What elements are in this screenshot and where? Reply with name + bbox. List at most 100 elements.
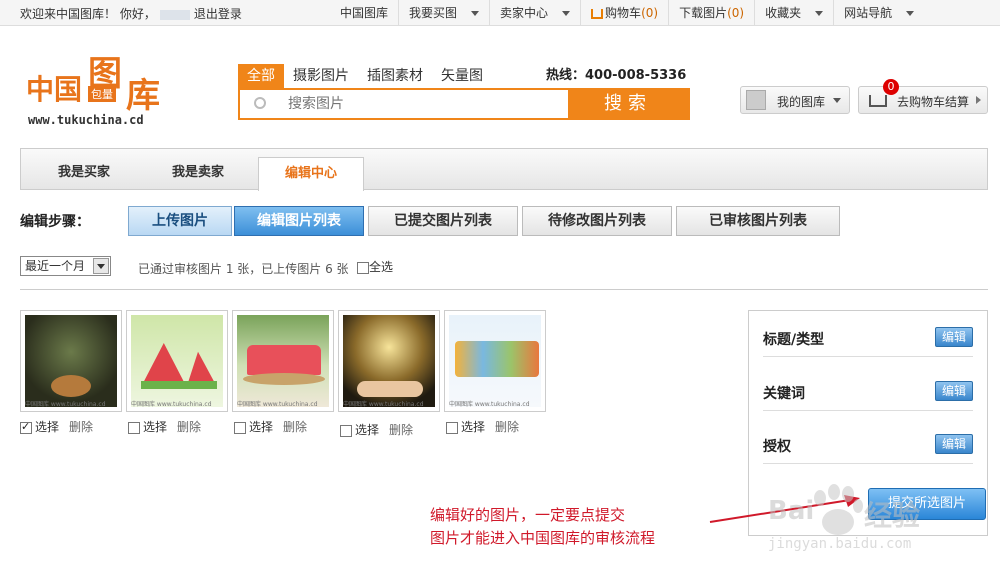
edit-license-button[interactable]: 编辑 (935, 434, 973, 454)
search-box: 搜索 (238, 88, 690, 120)
chevron-down-icon (471, 11, 480, 16)
panel-row-keywords: 关键词 编辑 (763, 375, 973, 411)
cart-icon (869, 95, 887, 107)
search-tab-all[interactable]: 全部 (238, 64, 284, 88)
panel-row-license: 授权 编辑 (763, 428, 973, 464)
panel-label: 标题/类型 (763, 332, 825, 348)
thumbnail-actions: 选择删除 (446, 418, 519, 435)
panel-label: 授权 (763, 439, 791, 455)
thumbnail-watermark: 中国图库 www.tukuchina.cd (343, 401, 424, 408)
topnav-cart[interactable]: 购物车(0) (581, 0, 670, 26)
panel-row-title-type: 标题/类型 编辑 (763, 321, 973, 357)
my-library-button[interactable]: 我的图库 (740, 86, 850, 114)
select-all-label: 全选 (369, 260, 394, 274)
thumbnail-select-checkbox[interactable] (128, 421, 140, 434)
delete-link[interactable]: 删除 (495, 420, 519, 434)
select-label: 选择 (249, 420, 274, 434)
panel-label: 关键词 (763, 386, 805, 402)
search-type-tabs: 全部 摄影图片 插图素材 矢量图 (238, 64, 492, 88)
topnav-site-nav[interactable]: 网站导航 (834, 0, 924, 26)
step-pending-revision-list[interactable]: 待修改图片列表 (522, 206, 672, 236)
topnav-downloads[interactable]: 下载图片(0) (669, 0, 756, 26)
thumbnail-actions: 选择删除 (340, 421, 413, 438)
paw-logo-icon (814, 484, 863, 535)
thumbnail-image (343, 315, 435, 407)
search-input[interactable] (288, 94, 568, 114)
chevron-down-icon (93, 258, 109, 274)
step-upload[interactable]: 上传图片 (128, 206, 232, 236)
topnav-buy-images[interactable]: 我要买图 (399, 0, 491, 26)
topnav-seller-center[interactable]: 卖家中心 (490, 0, 582, 26)
avatar (746, 90, 766, 110)
site-logo[interactable]: 中国 图 库 包量 www.tukuchina.cd (26, 50, 176, 130)
search-button[interactable]: 搜索 (568, 90, 688, 118)
image-thumbnail[interactable]: 中国图库 www.tukuchina.cd (338, 310, 440, 412)
thumbnail-select-checkbox[interactable] (234, 421, 246, 434)
annotation-line-2: 图片才能进入中国图库的审核流程 (430, 529, 656, 547)
delete-link[interactable]: 删除 (283, 420, 307, 434)
topnav-china-gallery[interactable]: 中国图库 (330, 0, 400, 26)
go-cart-label: 去购物车结算 (897, 95, 970, 109)
divider (20, 289, 988, 290)
chevron-down-icon (562, 11, 571, 16)
upload-stats: 已通过审核图片 1 张，已上传图片 6 张 (138, 262, 349, 276)
role-tabs: 我是买家 我是卖家 编辑中心 (20, 148, 988, 191)
image-thumbnail[interactable]: 中国图库 www.tukuchina.cd (20, 310, 122, 412)
chevron-down-icon (906, 11, 915, 16)
logo-baoliang: 包量 (88, 86, 116, 102)
search-tab-photos[interactable]: 摄影图片 (284, 64, 358, 88)
baidu-jingyan-watermark: Bai 经验 jingyan.baidu.com (760, 480, 990, 570)
logo-ku: 库 (126, 76, 160, 116)
edit-keywords-button[interactable]: 编辑 (935, 381, 973, 401)
annotation-line-1: 编辑好的图片，一定要点提交 (430, 506, 626, 524)
thumbnail-image (449, 315, 541, 407)
tab-seller[interactable]: 我是卖家 (172, 161, 224, 180)
step-edit-list[interactable]: 编辑图片列表 (234, 206, 364, 236)
thumbnail-image (25, 315, 117, 407)
chevron-right-icon (976, 96, 981, 104)
delete-link[interactable]: 删除 (389, 423, 413, 437)
logout-link[interactable]: 退出登录 (194, 7, 242, 21)
topnav-favorites[interactable]: 收藏夹 (755, 0, 835, 26)
thumbnail-select-checkbox[interactable] (340, 424, 352, 437)
search-tab-vectors[interactable]: 矢量图 (432, 64, 492, 88)
thumbnail-actions: 选择删除 (128, 418, 201, 435)
select-all[interactable]: 全选 (357, 258, 393, 275)
watermark-jingyan: 经验 (864, 499, 921, 532)
period-value: 最近一个月 (25, 259, 86, 273)
watermark-bai: Bai (768, 496, 815, 526)
step-reviewed-list[interactable]: 已审核图片列表 (676, 206, 840, 236)
welcome-text: 欢迎来中国图库！ 你好， 退出登录 (20, 5, 242, 22)
delete-link[interactable]: 删除 (177, 420, 201, 434)
tab-editor-center[interactable]: 编辑中心 (258, 157, 365, 191)
my-library-label: 我的图库 (777, 95, 826, 109)
delete-link[interactable]: 删除 (69, 420, 93, 434)
top-nav: 中国图库 我要买图 卖家中心 购物车(0) 下载图片(0) 收藏夹 网站导航 (330, 0, 924, 26)
select-all-checkbox[interactable] (357, 261, 369, 274)
go-to-cart-button[interactable]: 0 去购物车结算 (858, 79, 988, 114)
select-label: 选择 (355, 423, 380, 437)
logo-tu: 图 (88, 54, 122, 94)
thumbnail-select-checkbox[interactable] (20, 420, 32, 434)
step-submitted-list[interactable]: 已提交图片列表 (368, 206, 518, 236)
thumbnail-watermark: 中国图库 www.tukuchina.cd (449, 401, 530, 408)
image-thumbnail[interactable]: 中国图库 www.tukuchina.cd (232, 310, 334, 412)
select-label: 选择 (35, 420, 60, 434)
edit-title-type-button[interactable]: 编辑 (935, 327, 973, 347)
thumbnail-select-checkbox[interactable] (446, 421, 458, 434)
chevron-down-icon (815, 11, 824, 16)
thumbnail-watermark: 中国图库 www.tukuchina.cd (237, 401, 318, 408)
username-blurred (159, 9, 190, 20)
thumbnail-watermark: 中国图库 www.tukuchina.cd (25, 401, 106, 408)
tab-buyer[interactable]: 我是买家 (58, 161, 110, 180)
watermark-url: jingyan.baidu.com (768, 536, 912, 552)
logo-url: www.tukuchina.cd (28, 113, 144, 127)
welcome-label: 欢迎来中国图库！ 你好， (20, 7, 156, 21)
annotation-note: 编辑好的图片，一定要点提交 图片才能进入中国图库的审核流程 (430, 504, 655, 550)
select-label: 选择 (143, 420, 168, 434)
period-select[interactable]: 最近一个月 (20, 256, 111, 276)
logo-zhongguo: 中国 (26, 73, 83, 106)
image-thumbnail[interactable]: 中国图库 www.tukuchina.cd (126, 310, 228, 412)
search-tab-illustrations[interactable]: 插图素材 (358, 64, 432, 88)
image-thumbnail[interactable]: 中国图库 www.tukuchina.cd (444, 310, 546, 412)
